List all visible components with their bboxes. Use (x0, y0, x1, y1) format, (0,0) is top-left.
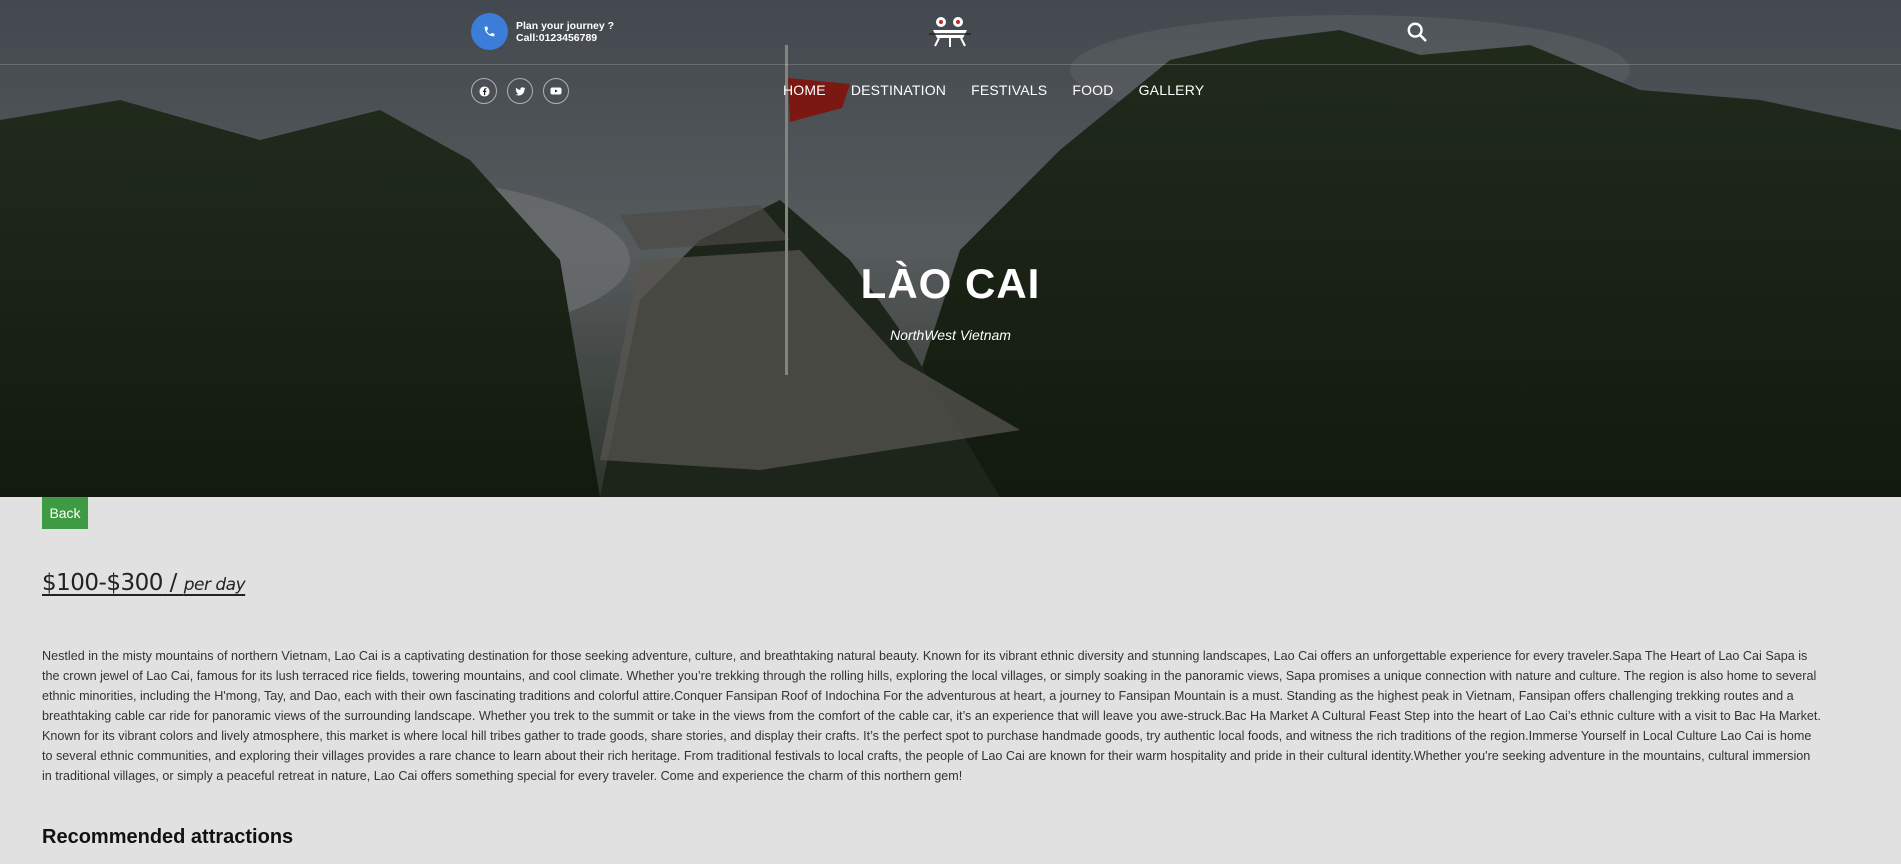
price-separator: / (162, 570, 184, 596)
destination-description: Nestled in the misty mountains of northe… (42, 649, 1821, 783)
social-links (471, 78, 569, 104)
nav-item-festivals[interactable]: FESTIVALS (971, 82, 1047, 98)
hero-overlay (0, 0, 1901, 497)
twitter-icon[interactable] (507, 78, 533, 104)
back-button[interactable]: Back (42, 497, 88, 529)
phone-icon[interactable] (471, 13, 508, 50)
nav-item-home[interactable]: HOME (783, 82, 826, 98)
price-unit: per day (183, 575, 246, 595)
contact-info: Plan your journey ? Call:0123456789 (471, 13, 614, 50)
price-range: $100-$300 (42, 570, 163, 596)
page-title: LÀO CAI (860, 260, 1041, 307)
plan-journey-text: Plan your journey ? (516, 19, 615, 32)
hero-banner: Plan your journey ? Call:0123456789 HOME (0, 0, 1901, 497)
phone-number[interactable]: Call:0123456789 (516, 32, 614, 44)
main-nav: HOME DESTINATION FESTIVALS FOOD GALLERY (783, 82, 1204, 98)
nav-item-destination[interactable]: DESTINATION (851, 82, 946, 98)
nav-item-gallery[interactable]: GALLERY (1139, 82, 1205, 98)
search-icon[interactable] (1404, 19, 1430, 45)
price-tag: $100-$300 / per day (42, 570, 246, 596)
youtube-icon[interactable] (543, 78, 569, 104)
facebook-icon[interactable] (471, 78, 497, 104)
page-subtitle: NorthWest Vietnam (890, 327, 1011, 343)
site-logo[interactable] (925, 12, 975, 50)
recommended-attractions-heading: Recommended attractions (42, 826, 294, 848)
nav-item-food[interactable]: FOOD (1072, 82, 1113, 98)
